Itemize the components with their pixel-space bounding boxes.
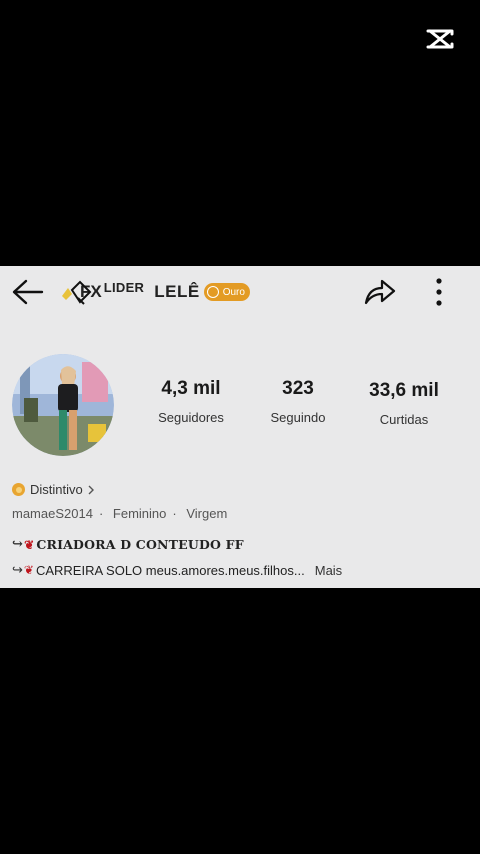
bio-line-1: ↪ ❦ CRIADORA D CONTEUDO FF: [12, 537, 244, 552]
bio-line-1-text: CRIADORA D CONTEUDO FF: [36, 537, 244, 552]
stat-likes[interactable]: 33,6 mil Curtidas: [354, 380, 454, 427]
more-vertical-icon[interactable]: [430, 277, 448, 307]
back-arrow-icon[interactable]: [10, 276, 46, 308]
profile-meta: mamaeS2014 · Feminino · Virgem: [12, 506, 228, 521]
share-icon[interactable]: [362, 276, 398, 308]
level-badge[interactable]: Ouro: [203, 283, 250, 301]
rose-icon: ❦: [23, 563, 34, 577]
gold-coin-icon: [206, 286, 219, 298]
bio-line-2-text: CARREIRA SOLO meus.amores.meus.filhos...: [35, 562, 305, 578]
title-tag: LIDER: [103, 279, 145, 295]
level-badge-label: Ouro: [222, 286, 245, 298]
distintivo-icon: [12, 483, 25, 496]
following-count: 323: [282, 378, 314, 399]
distintivo-link[interactable]: Distintivo: [12, 482, 96, 497]
profile-name: LELÊ: [154, 282, 200, 301]
likes-label: Curtidas: [379, 412, 429, 427]
rose-icon: ❦: [24, 537, 35, 552]
meta-sign: Virgem: [186, 506, 228, 521]
hook-icon: ↪: [12, 537, 24, 552]
bio-line-2: ↪ ❦ CARREIRA SOLO meus.amores.meus.filho…: [12, 562, 342, 578]
following-label: Seguindo: [270, 410, 326, 425]
bio-more-link[interactable]: Mais: [315, 563, 342, 578]
distintivo-label: Distintivo: [30, 482, 83, 497]
hook-icon: ↪: [12, 562, 23, 577]
top-bar: FX LIDER LELÊ Ouro: [0, 266, 480, 318]
stat-following[interactable]: 323 Seguindo: [248, 378, 348, 425]
capcut-logo: [426, 29, 454, 49]
followers-count: 4,3 mil: [161, 378, 221, 399]
profile-title: FX LIDER LELÊ Ouro: [58, 278, 250, 306]
likes-count: 33,6 mil: [369, 380, 439, 401]
meta-username: mamaeS2014: [12, 506, 93, 521]
followers-label: Seguidores: [158, 410, 224, 425]
meta-gender: Feminino: [112, 506, 167, 521]
stat-followers[interactable]: 4,3 mil Seguidores: [141, 378, 241, 425]
profile-panel: FX LIDER LELÊ Ouro 4,3 mil Seguidores 32…: [0, 266, 480, 588]
chevron-right-icon: [88, 485, 94, 494]
decoration-icon: [62, 280, 92, 305]
avatar[interactable]: [12, 354, 114, 456]
